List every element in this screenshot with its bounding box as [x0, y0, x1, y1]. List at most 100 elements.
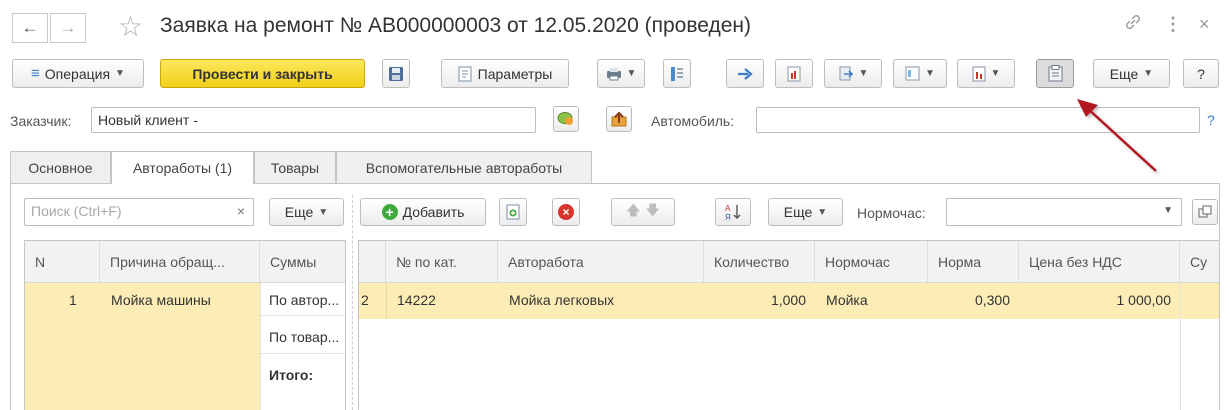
post-and-close-label: Провести и закрыть: [192, 65, 333, 82]
delete-button[interactable]: ×: [552, 198, 580, 226]
clear-icon[interactable]: ×: [237, 203, 245, 219]
arrow-right-icon: [738, 67, 753, 80]
row-quantity: 1,000: [770, 292, 806, 308]
chevron-down-icon: ▼: [817, 206, 828, 218]
column-header-reason[interactable]: Причина обращ...: [100, 241, 260, 283]
chevron-down-icon: ▼: [115, 68, 125, 79]
row-reason: Мойка машины: [111, 292, 211, 308]
sort-button[interactable]: АЯ: [715, 198, 751, 226]
structure-icon: [671, 66, 683, 81]
print-button[interactable]: ▼: [597, 59, 645, 88]
divider: [261, 353, 345, 354]
tab-autoworks-label: Авторабо­ты (1): [132, 160, 233, 176]
add-button[interactable]: + Добавить: [360, 198, 486, 226]
tab-main-label: Основное: [28, 159, 93, 176]
right-more-button[interactable]: Еще ▼: [768, 198, 843, 226]
form-settings-button[interactable]: ▼: [893, 59, 947, 88]
operation-button[interactable]: ≡ Операция ▼: [12, 59, 144, 88]
row-autowork: Мойка легковых: [509, 292, 615, 308]
divider: [260, 283, 261, 410]
create-based-button[interactable]: ▼: [824, 59, 882, 88]
left-more-button[interactable]: Еще ▼: [269, 198, 344, 226]
clipboard-button[interactable]: [1036, 59, 1074, 88]
right-more-label: Еще: [783, 204, 813, 220]
column-header-n[interactable]: N: [25, 241, 100, 283]
close-icon[interactable]: ×: [1199, 14, 1210, 35]
create-based-icon: [839, 66, 853, 80]
back-button[interactable]: ←: [12, 13, 48, 43]
open-button[interactable]: [1192, 199, 1218, 225]
delete-icon: ×: [558, 204, 574, 220]
car-label: Автомобиль:: [651, 113, 735, 129]
car-help-icon[interactable]: ?: [1207, 112, 1215, 128]
link-icon[interactable]: [1123, 12, 1143, 37]
arrow-down-icon[interactable]: 🡇: [646, 200, 660, 224]
chat-icon: [557, 112, 573, 125]
report-button[interactable]: [775, 59, 813, 88]
post-and-close-button[interactable]: Провести и закрыть: [160, 59, 365, 88]
star-icon[interactable]: ☆: [118, 10, 143, 43]
column-header-normhour[interactable]: Нормочас: [815, 241, 928, 283]
add-label: Добавить: [402, 204, 465, 220]
chevron-down-icon: ▼: [990, 68, 1001, 79]
column-header-sum[interactable]: Су: [1180, 241, 1219, 283]
tab-aux-autoworks[interactable]: Вспомогательные автоработы: [336, 151, 592, 183]
left-more-label: Еще: [284, 204, 314, 220]
annotation-arrow: [1077, 99, 1157, 172]
column-header-autowork[interactable]: Авторабота: [498, 241, 704, 283]
tab-main[interactable]: Основное: [10, 151, 111, 183]
svg-text:Я: Я: [725, 213, 731, 221]
structure-button[interactable]: [663, 59, 691, 88]
svg-text:А: А: [725, 204, 731, 213]
column-header-norm[interactable]: Норма: [928, 241, 1019, 283]
chevron-down-icon[interactable]: ▼: [1163, 205, 1173, 216]
splitter[interactable]: [352, 195, 353, 410]
report-icon: [787, 66, 801, 81]
window-title: Заявка на ремонт № АВ000000003 от 12.05.…: [160, 14, 752, 37]
reports-dropdown-button[interactable]: ▼: [957, 59, 1015, 88]
tab-goods-label: Товары: [270, 159, 320, 176]
column-header-sums[interactable]: Суммы: [260, 241, 345, 283]
arrow-up-icon[interactable]: 🡅: [626, 200, 640, 224]
parameters-icon: [458, 66, 472, 81]
column-header-cat-number[interactable]: № по кат.: [386, 241, 498, 283]
help-button[interactable]: ?: [1183, 59, 1219, 88]
normhour-select[interactable]: ▼: [946, 198, 1182, 226]
operation-icon: ≡: [31, 65, 40, 82]
movements-button[interactable]: [726, 59, 764, 88]
tab-goods[interactable]: Товары: [254, 151, 336, 183]
sort-icon: АЯ: [725, 204, 741, 221]
forward-button[interactable]: →: [50, 13, 86, 43]
customer-field[interactable]: Новый клиент -: [91, 107, 536, 133]
search-input[interactable]: Поиск (Ctrl+F) ×: [24, 198, 254, 226]
customer-label: Заказчик:: [10, 113, 72, 129]
normhour-label: Нормочас:: [857, 205, 926, 221]
floppy-icon: [389, 66, 403, 81]
divider: [261, 315, 345, 316]
copy-row-button[interactable]: [499, 198, 527, 226]
save-button[interactable]: [382, 59, 410, 88]
chart-report-icon: [972, 66, 986, 81]
autoworks-table: № по кат. Авторабота Количество Нормочас…: [358, 240, 1220, 410]
more-label: Еще: [1109, 65, 1139, 82]
column-header-quantity[interactable]: Количество: [704, 241, 815, 283]
arrow-left-icon: ←: [21, 18, 39, 37]
column-header-price[interactable]: Цена без НДС: [1019, 241, 1180, 283]
upload-button[interactable]: [606, 106, 632, 132]
tab-autoworks[interactable]: Авторабо­ты (1): [111, 151, 254, 184]
add-icon: +: [381, 204, 398, 220]
row-norm: 0,300: [974, 292, 1010, 308]
chevron-down-icon: ▼: [626, 68, 637, 79]
customer-info-button[interactable]: [553, 106, 579, 132]
parameters-button[interactable]: Параметры: [441, 59, 569, 88]
clipboard-icon: [1048, 65, 1062, 82]
row-number: 1: [69, 292, 77, 308]
column-header-lead[interactable]: [359, 241, 386, 283]
sum-autoworks: По автор...: [269, 292, 340, 308]
more-button[interactable]: Еще ▼: [1093, 59, 1170, 88]
copy-document-icon: [506, 204, 520, 220]
printer-icon: [606, 67, 621, 80]
row-lead: 2: [361, 292, 369, 308]
vertical-dots-icon[interactable]: ⋮: [1164, 14, 1182, 35]
divider: [1180, 283, 1181, 410]
